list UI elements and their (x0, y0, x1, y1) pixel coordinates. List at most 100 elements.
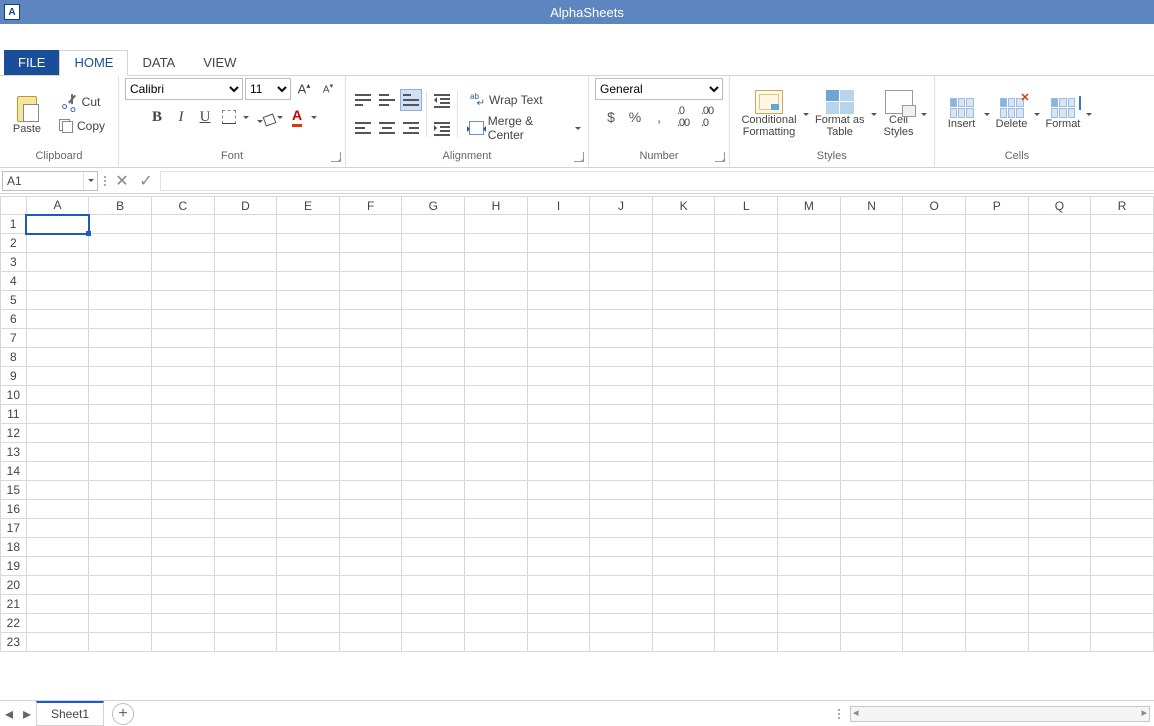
row-header[interactable]: 1 (1, 215, 27, 234)
cell[interactable] (465, 234, 528, 253)
cell[interactable] (339, 424, 402, 443)
sheet-tab-active[interactable]: Sheet1 (36, 701, 104, 726)
cell[interactable] (26, 614, 89, 633)
cell[interactable] (778, 215, 841, 234)
cell[interactable] (527, 329, 590, 348)
cell[interactable] (652, 595, 715, 614)
column-header[interactable]: M (778, 197, 841, 215)
cell[interactable] (89, 557, 152, 576)
cell[interactable] (277, 443, 340, 462)
cell[interactable] (1028, 386, 1091, 405)
cell[interactable] (465, 595, 528, 614)
cell[interactable] (277, 215, 340, 234)
cell[interactable] (1091, 481, 1154, 500)
cell[interactable] (590, 443, 653, 462)
cell[interactable] (214, 215, 277, 234)
cell[interactable] (590, 576, 653, 595)
cell[interactable] (652, 538, 715, 557)
cell[interactable] (840, 614, 903, 633)
cell[interactable] (652, 234, 715, 253)
cell[interactable] (903, 481, 966, 500)
cell[interactable] (652, 633, 715, 652)
cell[interactable] (715, 443, 778, 462)
cell[interactable] (1091, 614, 1154, 633)
cell[interactable] (26, 462, 89, 481)
cell[interactable] (465, 291, 528, 310)
cell[interactable] (840, 234, 903, 253)
cell[interactable] (1028, 576, 1091, 595)
cell[interactable] (214, 519, 277, 538)
insert-dropdown[interactable] (983, 110, 991, 119)
cell[interactable] (89, 595, 152, 614)
cell[interactable] (778, 481, 841, 500)
column-header[interactable]: P (966, 197, 1029, 215)
cell[interactable] (840, 348, 903, 367)
cell[interactable] (151, 272, 214, 291)
row-header[interactable]: 2 (1, 234, 27, 253)
cell[interactable] (277, 576, 340, 595)
row-header[interactable]: 7 (1, 329, 27, 348)
cell[interactable] (903, 291, 966, 310)
cell[interactable] (652, 348, 715, 367)
cell[interactable] (214, 424, 277, 443)
align-middle-button[interactable] (376, 89, 398, 111)
cell[interactable] (151, 481, 214, 500)
horizontal-scrollbar[interactable] (850, 706, 1150, 722)
cell[interactable] (715, 291, 778, 310)
wrap-text-button[interactable]: Wrap Text (462, 89, 582, 111)
cell[interactable] (214, 538, 277, 557)
cell[interactable] (277, 633, 340, 652)
cell[interactable] (402, 633, 465, 652)
cell[interactable] (778, 614, 841, 633)
currency-button[interactable]: $ (600, 106, 622, 128)
cell[interactable] (966, 614, 1029, 633)
delete-cells-button[interactable]: Delete (991, 81, 1033, 147)
cell[interactable] (339, 500, 402, 519)
cell[interactable] (715, 405, 778, 424)
cell[interactable] (966, 215, 1029, 234)
cell[interactable] (903, 253, 966, 272)
cell[interactable] (214, 329, 277, 348)
cell[interactable] (151, 557, 214, 576)
cell[interactable] (277, 424, 340, 443)
cell[interactable] (465, 310, 528, 329)
cell[interactable] (966, 291, 1029, 310)
cell[interactable] (89, 386, 152, 405)
cell[interactable] (214, 272, 277, 291)
cell[interactable] (966, 443, 1029, 462)
cell[interactable] (465, 633, 528, 652)
cell[interactable] (527, 443, 590, 462)
cell[interactable] (903, 443, 966, 462)
cell[interactable] (402, 595, 465, 614)
cell[interactable] (1091, 424, 1154, 443)
cell[interactable] (402, 481, 465, 500)
cell[interactable] (214, 310, 277, 329)
cell[interactable] (26, 253, 89, 272)
cell[interactable] (26, 500, 89, 519)
cell[interactable] (151, 614, 214, 633)
align-left-button[interactable] (352, 117, 374, 139)
column-header[interactable]: C (151, 197, 214, 215)
cell[interactable] (527, 481, 590, 500)
cell[interactable] (715, 633, 778, 652)
cell[interactable] (339, 367, 402, 386)
cell[interactable] (527, 500, 590, 519)
cell[interactable] (652, 291, 715, 310)
cell[interactable] (1028, 215, 1091, 234)
cell[interactable] (590, 272, 653, 291)
cell[interactable] (652, 253, 715, 272)
cell[interactable] (715, 462, 778, 481)
cell[interactable] (339, 405, 402, 424)
cell[interactable] (903, 595, 966, 614)
cell[interactable] (903, 633, 966, 652)
merge-center-button[interactable]: Merge & Center (462, 117, 572, 139)
cell[interactable] (465, 348, 528, 367)
cell[interactable] (151, 405, 214, 424)
cell[interactable] (903, 329, 966, 348)
cell[interactable] (214, 481, 277, 500)
row-header[interactable]: 3 (1, 253, 27, 272)
cell[interactable] (903, 234, 966, 253)
cell[interactable] (26, 424, 89, 443)
cell[interactable] (1028, 348, 1091, 367)
add-sheet-button[interactable]: + (112, 703, 134, 725)
